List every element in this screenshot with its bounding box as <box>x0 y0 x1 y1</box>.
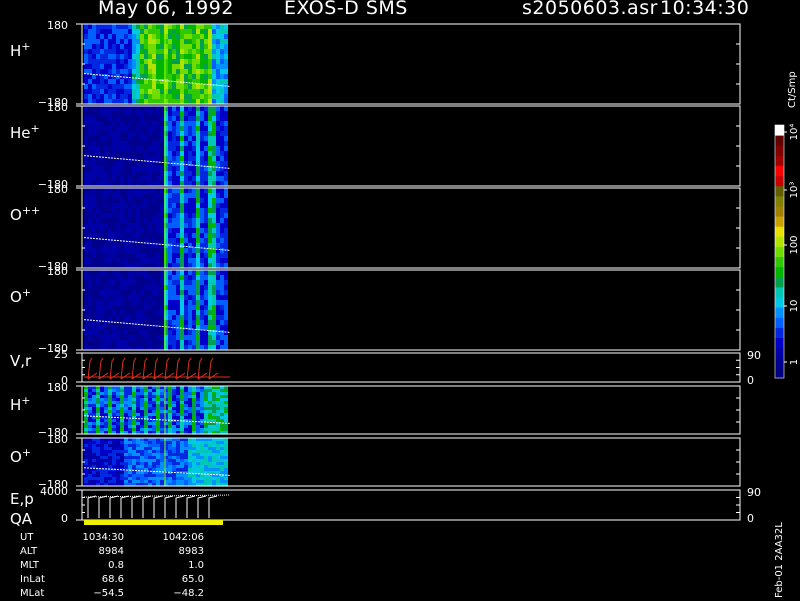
species-label: He+ <box>10 122 40 142</box>
velocity-sawtooth <box>84 357 230 380</box>
panel-right-bottom-tick: 0 <box>747 512 754 525</box>
spectrogram-panel-1 <box>83 106 231 187</box>
header-file: s2050603.asr <box>522 0 658 19</box>
panel-top-tick: 4000 <box>40 485 68 498</box>
panel-frame <box>81 489 741 521</box>
spectrogram-panel-5 <box>83 386 231 435</box>
panel-top-tick: 180 <box>47 183 68 196</box>
panel-right-top-tick: 90 <box>747 486 761 499</box>
panel-top-tick: 180 <box>47 265 68 278</box>
species-label-base: E,p <box>10 490 34 508</box>
species-label-base: O <box>10 288 22 306</box>
row-name: UT <box>20 532 34 543</box>
row-value-1: 68.6 <box>101 574 124 585</box>
species-label: H+ <box>10 40 31 60</box>
row-value-1: 1034:30 <box>82 532 124 543</box>
species-label-base: H <box>10 42 21 60</box>
species-label: E,p <box>10 490 34 508</box>
panel-top-tick: 180 <box>47 381 68 394</box>
row-name: MLat <box>20 588 45 599</box>
species-label: O+ <box>10 446 31 466</box>
panel-top-tick: 180 <box>47 19 68 32</box>
species-label-base: He <box>10 124 31 142</box>
colorbar-unit-label: Ct/Smp <box>787 71 798 108</box>
quality-bar <box>84 520 223 525</box>
row-name: InLat <box>20 574 45 585</box>
species-label: O+ <box>10 286 31 306</box>
sms-spectrogram-figure: 180−180H+180−180He+180−180O++180−180O+25… <box>10 19 800 528</box>
species-label-base: H <box>10 396 21 414</box>
row-value-2: 1.0 <box>188 560 204 571</box>
panel-top-tick: 180 <box>47 433 68 446</box>
panel-right-bottom-tick: 0 <box>747 374 754 387</box>
colorbar-tick-label: 10⁴ <box>789 124 800 141</box>
spectrogram-panel-0 <box>83 24 231 105</box>
spectrogram-panel-2 <box>83 188 231 269</box>
species-label-sup: + <box>21 40 30 53</box>
row-value-2: 8983 <box>178 546 204 557</box>
species-label-base: V,r <box>10 352 32 370</box>
species-label-sup: + <box>22 286 31 299</box>
species-label-sup: + <box>21 394 30 407</box>
row-value-2: 1042:06 <box>162 532 204 543</box>
row-value-2: 65.0 <box>181 574 204 585</box>
panel-frame <box>81 352 741 383</box>
header-date: May 06, 1992 <box>98 0 234 19</box>
panel-top-tick: 180 <box>47 101 68 114</box>
colorbar-tick-label: 10 <box>789 300 800 313</box>
panel-bottom-tick: 0 <box>61 512 68 525</box>
spectrogram-panel-6 <box>83 438 231 487</box>
species-label-sup: + <box>31 122 40 135</box>
species-label: H+ <box>10 394 31 414</box>
qa-label: QA <box>10 510 33 528</box>
species-label-base: O <box>10 448 22 466</box>
colorbar-tick-label: 100 <box>789 235 800 254</box>
panel-top-tick: 25 <box>54 348 68 361</box>
row-value-1: 0.8 <box>108 560 124 571</box>
colorbar-tick-label: 10³ <box>789 182 800 199</box>
species-label: O++ <box>10 204 40 224</box>
species-label: V,r <box>10 352 32 370</box>
header-time: 10:34:30 <box>660 0 750 19</box>
colorbar: 1 10 100 10³ 10⁴ Ct/Smp <box>774 71 800 379</box>
energy-sweep <box>83 494 231 518</box>
row-name: MLT <box>20 560 39 571</box>
footer-id: Feb-01 2AA32L <box>774 522 785 598</box>
row-value-1: 8984 <box>98 546 124 557</box>
spectrogram-panel-3 <box>83 270 231 351</box>
row-value-2: −48.2 <box>173 588 204 599</box>
panel-right-top-tick: 90 <box>747 349 761 362</box>
row-name: ALT <box>20 546 38 557</box>
species-label-sup: + <box>22 446 31 459</box>
colorbar-tick-label: 1 <box>789 359 800 365</box>
header-instrument: EXOS-D SMS <box>284 0 408 19</box>
row-value-1: −54.5 <box>93 588 124 599</box>
species-label-sup: ++ <box>22 204 40 217</box>
species-label-base: O <box>10 206 22 224</box>
